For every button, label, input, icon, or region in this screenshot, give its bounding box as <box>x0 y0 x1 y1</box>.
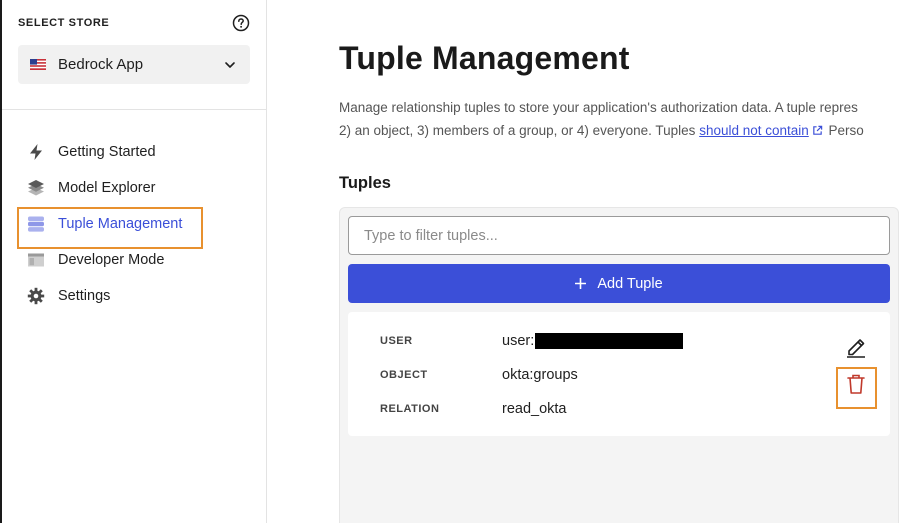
description-line-2: 2) an object, 3) members of a group, or … <box>339 119 914 142</box>
page-description: Manage relationship tuples to store your… <box>339 96 914 142</box>
should-not-contain-link[interactable]: should not contain <box>699 123 809 138</box>
sidebar-item-model-explorer[interactable]: Model Explorer <box>2 170 266 206</box>
main-content: Tuple Management Manage relationship tup… <box>267 0 914 523</box>
object-value: okta:groups <box>502 367 578 383</box>
add-tuple-label: Add Tuple <box>597 275 663 292</box>
description-text: 2) an object, 3) members of a group, or … <box>339 123 700 138</box>
sidebar-item-tuple-management[interactable]: Tuple Management <box>2 206 266 249</box>
sidebar-item-developer-mode[interactable]: Developer Mode <box>2 242 266 278</box>
sidebar-item-label: Tuple Management <box>58 216 183 232</box>
us-flag-icon <box>30 59 46 70</box>
relation-key: RELATION <box>380 403 440 415</box>
sidebar-item-label: Getting Started <box>58 144 156 160</box>
sidebar-item-label: Developer Mode <box>58 252 165 268</box>
page-title: Tuple Management <box>339 40 630 76</box>
layers-icon <box>28 180 44 196</box>
relation-value: read_okta <box>502 401 567 417</box>
plus-icon <box>575 278 587 289</box>
tuple-user-row: USER user: <box>380 331 684 351</box>
filter-tuples-input[interactable] <box>348 216 890 255</box>
tuples-panel: Add Tuple USER user: OBJECT okta:groups … <box>339 207 899 523</box>
sidebar-item-getting-started[interactable]: Getting Started <box>2 134 266 170</box>
help-icon[interactable] <box>232 14 250 32</box>
add-tuple-button[interactable]: Add Tuple <box>348 264 890 303</box>
external-link-icon <box>813 125 823 135</box>
redacted-block <box>535 333 684 349</box>
chevron-down-icon <box>225 62 235 68</box>
tuple-relation-row: RELATION read_okta <box>380 399 567 419</box>
user-key: USER <box>380 335 413 347</box>
description-line-1: Manage relationship tuples to store your… <box>339 100 858 115</box>
trash-icon[interactable] <box>845 372 867 396</box>
window-icon <box>28 253 44 267</box>
user-value: user: <box>502 333 684 349</box>
sidebar-item-settings[interactable]: Settings <box>2 278 266 314</box>
gear-icon <box>27 287 45 305</box>
select-store-label: SELECT STORE <box>18 17 110 29</box>
sidebar-nav: Getting Started Model Explorer Tuple Man… <box>2 134 266 314</box>
tuple-object-row: OBJECT okta:groups <box>380 365 578 385</box>
tuple-card: USER user: OBJECT okta:groups RELATION r… <box>348 312 890 436</box>
store-select[interactable]: Bedrock App <box>18 45 250 84</box>
sidebar: SELECT STORE Bedrock App Getting Started <box>2 0 267 523</box>
edit-pencil-icon[interactable] <box>845 334 867 358</box>
bolt-icon <box>30 144 42 160</box>
object-key: OBJECT <box>380 369 428 381</box>
description-text: Perso <box>824 123 864 138</box>
tuples-section-title: Tuples <box>339 174 391 192</box>
user-prefix: user: <box>502 333 535 349</box>
sidebar-item-label: Model Explorer <box>58 180 156 196</box>
database-icon <box>28 216 44 232</box>
sidebar-divider <box>2 109 266 110</box>
store-name: Bedrock App <box>58 56 144 73</box>
sidebar-item-label: Settings <box>58 288 111 304</box>
